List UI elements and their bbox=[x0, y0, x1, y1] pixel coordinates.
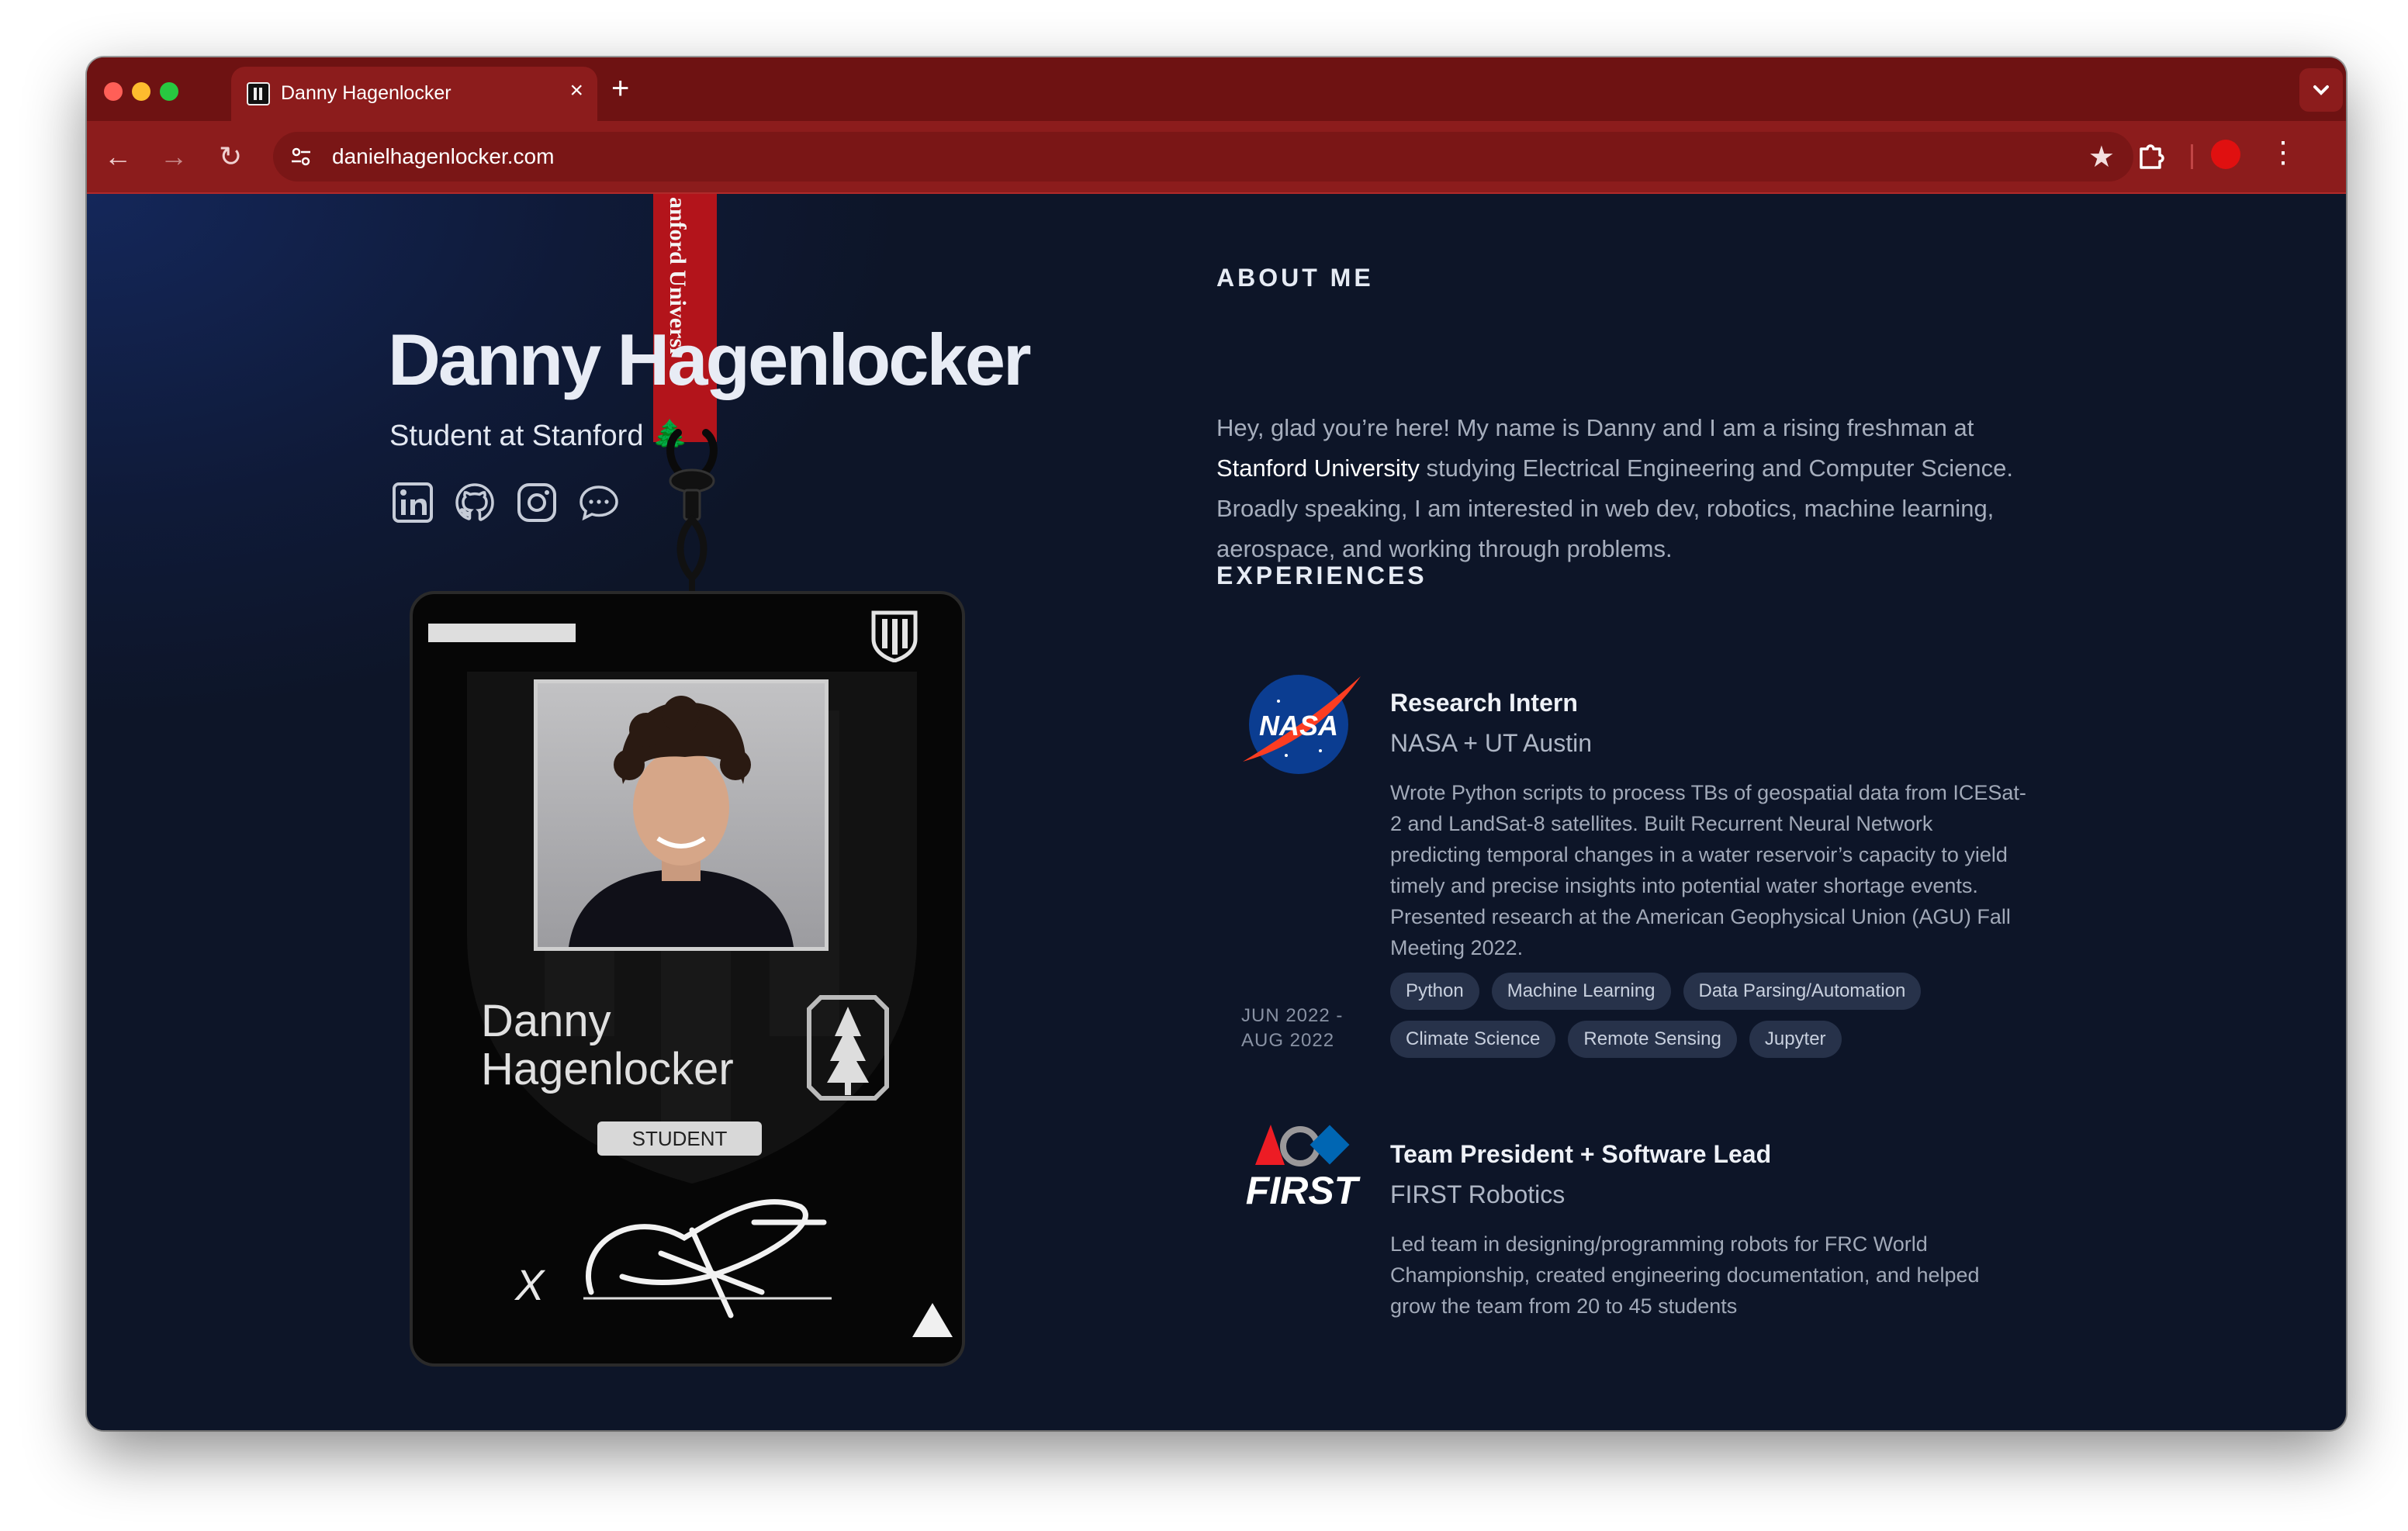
tab-title: Danny Hagenlocker bbox=[281, 82, 452, 104]
experience-date-end: AUG 2022 bbox=[1241, 1030, 1335, 1051]
chevron-down-icon bbox=[2313, 85, 2329, 95]
maximize-window-button[interactable] bbox=[160, 82, 178, 101]
about-heading: ABOUT ME bbox=[1216, 264, 1374, 292]
badge-name-line1: Danny bbox=[481, 996, 611, 1046]
profile-avatar[interactable] bbox=[2211, 140, 2240, 169]
site-settings-icon[interactable] bbox=[290, 146, 312, 168]
tab-search-button[interactable] bbox=[2299, 68, 2343, 112]
tag-chip[interactable]: Remote Sensing bbox=[1568, 1021, 1737, 1058]
experience-tags: Python Machine Learning Data Parsing/Aut… bbox=[1390, 973, 2011, 1058]
page-content: anford Universi Danny Hagenlocker Studen… bbox=[87, 194, 2346, 1430]
experiences-heading: EXPERIENCES bbox=[1216, 562, 1427, 589]
experience-date: JUN 2022 - AUG 2022 bbox=[1241, 1004, 1343, 1053]
bookmark-star-icon[interactable]: ★ bbox=[2088, 140, 2115, 175]
browser-window: Danny Hagenlocker × + ← → ↻ danielhagenl… bbox=[87, 57, 2346, 1430]
nasa-logo[interactable]: NASA bbox=[1240, 670, 1364, 779]
role-badge: STUDENT bbox=[597, 1121, 762, 1156]
experience-title: Research Intern bbox=[1390, 689, 1578, 717]
url-text: danielhagenlocker.com bbox=[332, 144, 555, 168]
tag-chip[interactable]: Machine Learning bbox=[1491, 973, 1671, 1010]
tab-bar: Danny Hagenlocker × + bbox=[87, 57, 2346, 121]
signature-image bbox=[583, 1199, 832, 1318]
lanyard-clip bbox=[666, 429, 718, 605]
linkedin-icon[interactable] bbox=[391, 481, 434, 524]
experience-description: Wrote Python scripts to process TBs of g… bbox=[1390, 781, 2026, 959]
experience-title: Team President + Software Lead bbox=[1390, 1140, 1772, 1168]
nasa-logo-text: NASA bbox=[1259, 710, 1338, 741]
first-logo[interactable]: FIRST bbox=[1240, 1117, 1364, 1218]
tag-chip[interactable]: Data Parsing/Automation bbox=[1683, 973, 1922, 1010]
badge-logo-icon bbox=[871, 610, 918, 662]
experience-description: Led team in designing/programming robots… bbox=[1390, 1232, 1980, 1318]
tab-close-icon[interactable]: × bbox=[569, 78, 583, 104]
github-icon[interactable] bbox=[453, 481, 496, 524]
experience-org: NASA + UT Austin bbox=[1390, 729, 1592, 757]
forward-button[interactable]: → bbox=[160, 138, 188, 175]
stanford-link[interactable]: Stanford University bbox=[1216, 454, 1420, 482]
badge-name-line2: Hagenlocker bbox=[481, 1044, 734, 1094]
tag-chip[interactable]: Jupyter bbox=[1749, 1021, 1842, 1058]
minimize-window-button[interactable] bbox=[132, 82, 150, 101]
menu-icon[interactable]: ⋮ bbox=[2268, 135, 2298, 170]
page-title: Danny Hagenlocker bbox=[388, 319, 1032, 400]
about-text-1: Hey, glad you’re here! My name is Danny … bbox=[1216, 414, 1974, 441]
reload-button[interactable]: ↻ bbox=[219, 138, 242, 175]
triangle-icon bbox=[912, 1303, 953, 1337]
badge-strip bbox=[428, 624, 576, 642]
signature-x: X bbox=[515, 1260, 545, 1309]
chat-icon[interactable] bbox=[577, 481, 621, 524]
about-text: Hey, glad you’re here! My name is Danny … bbox=[1216, 408, 2054, 569]
id-badge-card: Danny Hagenlocker STUDENT X bbox=[410, 591, 965, 1367]
tab-active[interactable]: Danny Hagenlocker × bbox=[231, 67, 597, 121]
profile-photo bbox=[534, 679, 829, 951]
experience-org: FIRST Robotics bbox=[1390, 1180, 1566, 1208]
first-logo-text: FIRST bbox=[1246, 1169, 1361, 1212]
badge-name: Danny Hagenlocker bbox=[481, 997, 734, 1094]
experience-date-start: JUN 2022 - bbox=[1241, 1005, 1344, 1026]
toolbar-separator bbox=[2191, 144, 2193, 169]
toolbar: ← → ↻ danielhagenlocker.com ★ ⋮ bbox=[87, 121, 2346, 194]
stanford-logo-icon bbox=[807, 995, 889, 1101]
close-window-button[interactable] bbox=[104, 82, 123, 101]
address-bar[interactable]: danielhagenlocker.com ★ bbox=[273, 132, 2133, 181]
new-tab-button[interactable]: + bbox=[611, 73, 629, 104]
extensions-icon[interactable] bbox=[2132, 137, 2171, 175]
tag-chip[interactable]: Python bbox=[1390, 973, 1479, 1010]
tag-chip[interactable]: Climate Science bbox=[1390, 1021, 1556, 1058]
instagram-icon[interactable] bbox=[515, 481, 559, 524]
back-button[interactable]: ← bbox=[104, 138, 132, 175]
site-favicon-icon bbox=[247, 82, 270, 105]
